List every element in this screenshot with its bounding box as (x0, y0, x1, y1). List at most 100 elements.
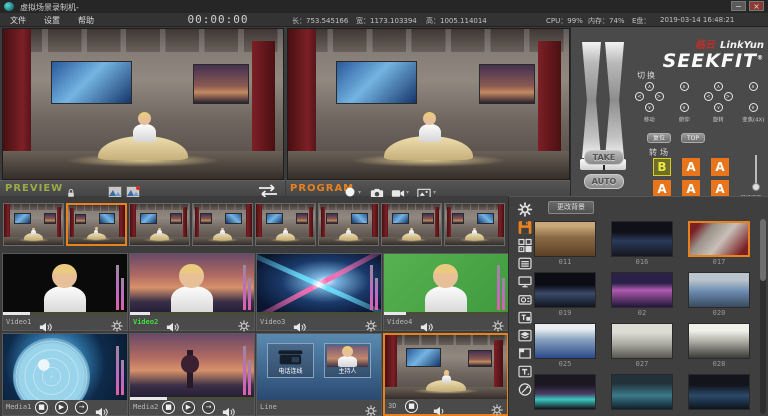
scrollbar-thumb[interactable] (760, 219, 766, 281)
audio-meter (243, 259, 251, 310)
stop-button[interactable]: ■ (405, 400, 418, 413)
source-video1[interactable]: Video1 (2, 253, 128, 331)
next-button[interactable]: → (202, 401, 215, 414)
transition-b-icon[interactable] (126, 183, 140, 195)
record-dropdown-caret[interactable]: ▾ (358, 189, 361, 196)
camera-preset-shot[interactable] (66, 203, 127, 246)
scene-thumbnail[interactable] (688, 374, 750, 416)
dpad-up-button[interactable]: ∧ (645, 82, 654, 91)
record-dot-icon[interactable] (343, 183, 357, 195)
transition-speed-slider[interactable] (755, 155, 757, 187)
image-capture-icon[interactable] (417, 183, 431, 195)
audio-meter (370, 259, 378, 310)
scene-thumbnail[interactable]: 011 (534, 221, 596, 267)
host-box[interactable]: 主持人 (324, 343, 371, 377)
next-button[interactable]: → (75, 401, 88, 414)
scene-thumbnail[interactable]: 027 (611, 323, 673, 369)
source-3d-output[interactable]: 3D ■ (383, 333, 509, 416)
transition-tile[interactable]: B (653, 158, 671, 176)
camera-preset-shot[interactable] (255, 203, 316, 246)
transition-tile[interactable]: A (682, 158, 700, 176)
gear-icon[interactable] (491, 401, 503, 413)
source-video4[interactable]: Video4 (383, 253, 509, 331)
camera-preset-shot[interactable] (318, 203, 379, 246)
program-monitor[interactable] (287, 28, 570, 180)
dpad-down-button[interactable]: ∨ (714, 103, 723, 112)
source-video3[interactable]: Video3 (256, 253, 382, 331)
preview-monitor[interactable] (2, 28, 284, 180)
close-button[interactable]: × (749, 1, 764, 11)
dpad-up-button[interactable]: ∧ (749, 82, 758, 91)
dpad-up-button[interactable]: ∧ (680, 82, 689, 91)
dpad-up-button[interactable]: ∧ (714, 82, 723, 91)
source-video2[interactable]: Video2 (129, 253, 255, 331)
top-button[interactable]: TOP (681, 133, 705, 143)
preview-bar: PREVIEW (0, 180, 285, 196)
dpad-down-button[interactable]: ∨ (680, 103, 689, 112)
gear-icon[interactable] (238, 317, 250, 329)
dpad-right-button[interactable]: > (724, 92, 733, 101)
scene-thumbnail[interactable] (611, 374, 673, 416)
scene-scrollbar[interactable] (760, 219, 766, 414)
stop-button[interactable]: ■ (35, 401, 48, 414)
dpad-down-button[interactable]: ∨ (749, 103, 758, 112)
menu-help[interactable]: 帮助 (78, 15, 94, 26)
scene-thumbnail[interactable]: 028 (688, 323, 750, 369)
auto-button[interactable]: AUTO (584, 174, 624, 189)
speaker-icon[interactable] (293, 317, 307, 328)
titlebar: 虚拟场景录制机- − × (0, 0, 768, 13)
scene-thumbnail[interactable]: 02 (611, 272, 673, 318)
reset-button[interactable]: 复位 (647, 133, 671, 143)
swap-preview-program-icon[interactable] (256, 183, 280, 195)
dpad-right-button[interactable]: > (655, 92, 664, 101)
scene-thumbnail[interactable]: 019 (534, 272, 596, 318)
scene-thumbnail[interactable]: 025 (534, 323, 596, 369)
video-record-icon[interactable] (391, 183, 405, 195)
transition-a-icon[interactable] (108, 183, 122, 195)
source-media2[interactable]: Media2 ■ ▶ → (129, 333, 255, 416)
gear-icon[interactable] (111, 317, 123, 329)
menu-settings[interactable]: 设置 (44, 15, 60, 26)
speaker-icon[interactable] (420, 317, 434, 328)
gear-icon[interactable] (365, 317, 377, 329)
preview-studio-scene (3, 29, 283, 179)
dpad-4way: ∧∨<>旋转 (704, 82, 733, 124)
camera-preset-shot[interactable] (192, 203, 253, 246)
dpad-label: 移动 (636, 115, 662, 123)
dpad-left-button[interactable]: < (635, 92, 644, 101)
settings-gear-icon[interactable] (513, 201, 537, 218)
change-background-button[interactable]: 更改背景 (548, 201, 594, 214)
speaker-icon[interactable] (39, 317, 53, 328)
speaker-icon[interactable] (433, 401, 447, 412)
scene-thumbnail[interactable]: 020 (688, 272, 750, 318)
camera-preset-shot[interactable] (381, 203, 442, 246)
gear-icon[interactable] (492, 317, 504, 329)
minimize-button[interactable]: − (731, 1, 746, 11)
camera-preset-shot[interactable] (3, 203, 64, 246)
camera-snapshot-icon[interactable] (370, 183, 384, 195)
speaker-icon[interactable] (222, 402, 236, 413)
take-button[interactable]: TAKE (584, 150, 624, 165)
camera-preset-shot[interactable] (129, 203, 190, 246)
speaker-icon[interactable] (95, 402, 109, 413)
image-dropdown-caret[interactable]: ▾ (433, 189, 436, 196)
scene-thumbnail[interactable]: 016 (611, 221, 673, 267)
camera-preset-shot[interactable] (444, 203, 505, 246)
scene-thumbnail[interactable] (534, 374, 596, 416)
play-button[interactable]: ▶ (182, 401, 195, 414)
gear-icon[interactable] (365, 402, 377, 414)
lock-icon[interactable] (64, 183, 78, 195)
video-dropdown-caret[interactable]: ▾ (406, 189, 409, 196)
source-line[interactable]: 电话连线 主持人 Line (256, 333, 382, 416)
play-button[interactable]: ▶ (55, 401, 68, 414)
transition-tile[interactable]: A (711, 158, 729, 176)
speed-slider-knob[interactable] (752, 183, 760, 191)
menu-file[interactable]: 文件 (10, 15, 26, 26)
dpad-down-button[interactable]: ∨ (645, 103, 654, 112)
speaker-icon[interactable] (166, 317, 180, 328)
phone-call-box[interactable]: 电话连线 (267, 343, 314, 377)
scene-thumbnail[interactable]: 017 (688, 221, 750, 267)
stop-button[interactable]: ■ (162, 401, 175, 414)
source-media1[interactable]: Media1 ■ ▶ → (2, 333, 128, 416)
dpad-left-button[interactable]: < (704, 92, 713, 101)
